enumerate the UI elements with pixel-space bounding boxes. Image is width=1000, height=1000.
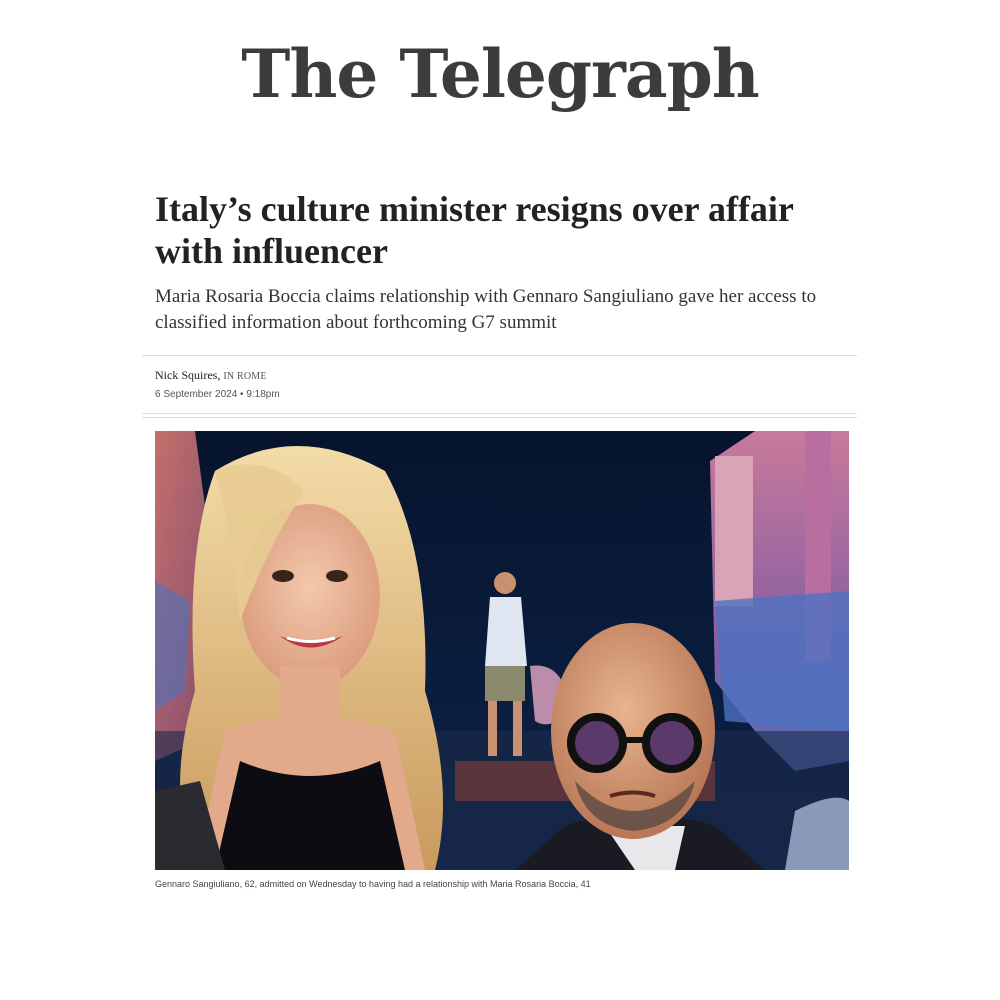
article-standfirst: Maria Rosaria Boccia claims relationship… [155,286,817,333]
author-link[interactable]: Nick Squires, [155,368,220,382]
article-headline: Italy’s culture minister resigns over af… [155,189,794,271]
publish-date: 6 September 2024 • 9:18pm [155,389,280,400]
telegraph-masthead-logo[interactable]: The Telegraph [0,26,1000,122]
divider-double-lower [142,417,857,418]
article-page: The Telegraph Italy’s culture minister r… [0,0,1000,1000]
byline: Nick Squires, IN ROME [155,368,267,384]
lead-photo [155,431,849,870]
byline-location: IN ROME [223,371,267,382]
photo-caption: Gennaro Sangiuliano, 62, admitted on Wed… [155,879,591,889]
divider-double-upper [142,413,857,414]
lead-photo-illustration [155,431,849,870]
divider-top [142,355,857,356]
